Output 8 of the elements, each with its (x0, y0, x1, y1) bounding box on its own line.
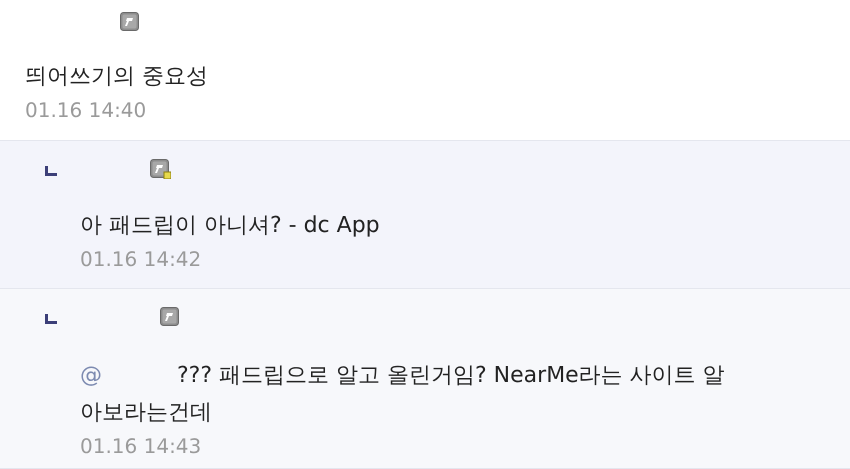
comment-text: 아 패드립이 아니셔? - dc App (80, 212, 381, 240)
comment-date: 01.16 14:40 (25, 97, 148, 124)
comment-text: @ ??? 패드립으로 알고 올린거임? NearMe라는 사이트 알아보라는건데 (80, 362, 726, 427)
comment-text: 띄어쓰기의 중요성 (25, 63, 209, 91)
reply-marker-icon (45, 314, 57, 324)
comment-date: 01.16 14:42 (80, 246, 202, 273)
reply-marker-icon (45, 166, 57, 176)
comment-date: 01.16 14:43 (80, 433, 202, 460)
